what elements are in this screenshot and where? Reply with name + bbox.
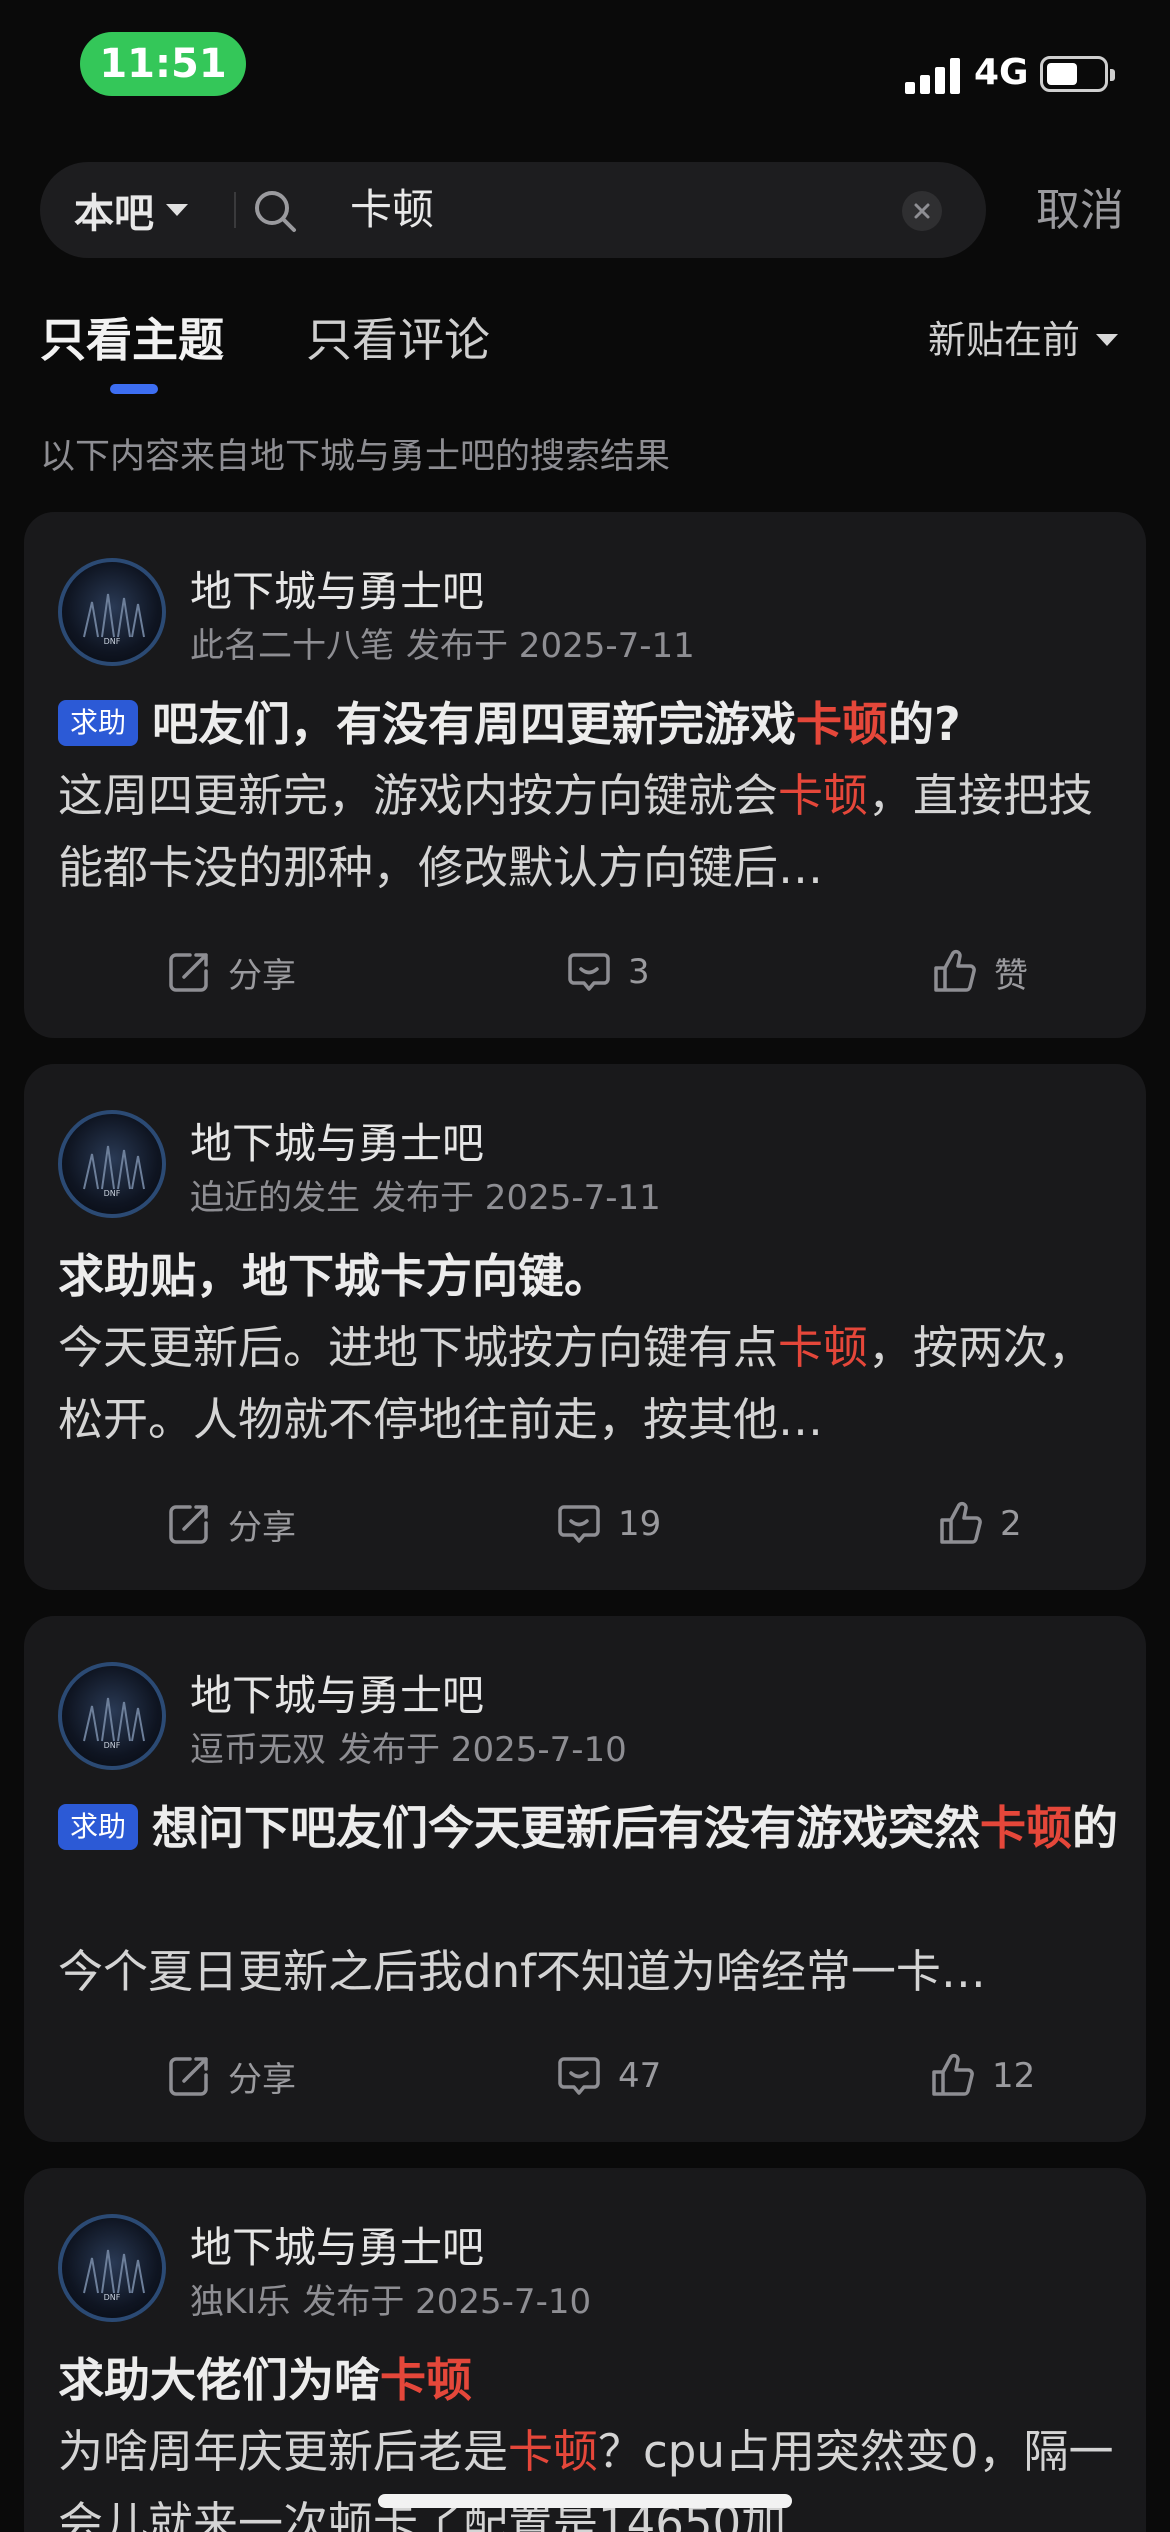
cancel-button[interactable]: 取消 [1036, 176, 1124, 246]
like-button[interactable]: 赞 [930, 937, 1028, 1007]
svg-text:DNF: DNF [104, 2293, 121, 2302]
publish-date: 发布于 2025-7-11 [406, 626, 695, 666]
svg-text:DNF: DNF [104, 1189, 121, 1198]
forum-avatar: DNF [58, 558, 166, 666]
network-type: 4G [974, 52, 1029, 93]
post-meta: 迫近的发生 发布于 2025-7-11 [190, 1174, 661, 1222]
share-button[interactable]: 分享 [164, 937, 296, 1007]
thumbs-up-icon [932, 2053, 974, 2096]
post-card[interactable]: DNF 地下城与勇士吧 逗币无双 发布于 2025-7-10 求助 想问下吧友们今天… [24, 1616, 1146, 2142]
search-divider [234, 192, 236, 228]
comment-icon [558, 2057, 600, 2095]
comment-button[interactable]: 3 [564, 937, 650, 1007]
comment-icon [568, 953, 610, 991]
search-source-note: 以下内容来自地下城与勇士吧的搜索结果 [40, 437, 671, 477]
forum-avatar: DNF [58, 2214, 166, 2322]
scope-dropdown[interactable]: 本吧 [74, 162, 188, 258]
home-indicator[interactable] [378, 2494, 792, 2508]
like-count: 2 [1000, 1504, 1022, 1544]
battery-icon [1040, 56, 1115, 92]
forum-name[interactable]: 地下城与勇士吧 [190, 562, 484, 622]
share-icon [169, 953, 208, 992]
keyword-highlight: 卡顿 [508, 2425, 599, 2478]
keyword-highlight: 卡顿 [778, 769, 869, 822]
caret-down-icon [1096, 334, 1119, 346]
help-tag: 求助 [58, 700, 139, 746]
search-icon [255, 191, 296, 232]
comment-count: 3 [628, 952, 650, 992]
status-bar: 11:51 4G [0, 0, 1170, 140]
forum-name[interactable]: 地下城与勇士吧 [190, 2218, 484, 2278]
forum-name[interactable]: 地下城与勇士吧 [190, 1114, 484, 1174]
comment-count: 47 [618, 2056, 662, 2096]
keyword-highlight: 卡顿 [980, 1801, 1073, 1855]
sort-label: 新贴在前 [928, 318, 1081, 362]
search-bar: 本吧 卡顿 [40, 162, 986, 258]
publish-date: 发布于 2025-7-10 [338, 1730, 627, 1770]
post-meta: 此名二十八笔 发布于 2025-7-11 [190, 622, 695, 670]
post-actions: 分享 47 12 [24, 2041, 1146, 2111]
share-icon [169, 1505, 208, 1544]
author-name[interactable]: 迫近的发生 [190, 1178, 360, 1218]
tab-comments-only[interactable]: 只看评论 [306, 308, 490, 372]
scope-label: 本吧 [74, 191, 154, 237]
post-card[interactable]: DNF 地下城与勇士吧 此名二十八笔 发布于 2025-7-11 求助 吧友们，有没… [24, 512, 1146, 1038]
clear-icon[interactable] [902, 191, 942, 231]
publish-date: 发布于 2025-7-11 [372, 1178, 661, 1218]
forum-avatar: DNF [58, 1110, 166, 1218]
author-name[interactable]: 逗币无双 [190, 1730, 326, 1770]
help-tag: 求助 [58, 1804, 139, 1850]
active-tab-indicator [110, 384, 158, 394]
post-title[interactable]: 求助 想问下吧友们今天更新后有没有游戏突然卡顿的 [58, 1792, 1118, 1864]
keyword-highlight: 卡顿 [796, 697, 889, 751]
comment-button[interactable]: 19 [554, 1489, 661, 1559]
share-icon [169, 2057, 208, 2096]
post-title[interactable]: 求助贴，地下城卡方向键。 [58, 1240, 1118, 1312]
post-actions: 分享 19 2 [24, 1489, 1146, 1559]
thumbs-up-icon [940, 1501, 982, 1544]
post-card[interactable]: DNF 地下城与勇士吧 迫近的发生 发布于 2025-7-11 求助贴，地下城卡方… [24, 1064, 1146, 1590]
post-title[interactable]: 求助 吧友们，有没有周四更新完游戏卡顿的? [58, 688, 1118, 760]
author-name[interactable]: 此名二十八笔 [190, 626, 394, 666]
post-card[interactable]: DNF 地下城与勇士吧 独KI乐 发布于 2025-7-10 求助大佬们为啥卡顿 … [24, 2168, 1146, 2532]
svg-text:DNF: DNF [104, 637, 121, 646]
publish-date: 发布于 2025-7-10 [302, 2282, 592, 2322]
post-excerpt: 今个夏日更新之后我dnf不知道为啥经常一卡… [58, 1945, 986, 1998]
forum-name[interactable]: 地下城与勇士吧 [190, 1666, 484, 1726]
comment-icon [558, 1505, 600, 1543]
post-excerpt: 这周四更新完，游戏内按方向键就会卡顿，直接把技能都卡没的那种，修改默认方向键后… [58, 769, 1094, 894]
post-meta: 逗币无双 发布于 2025-7-10 [190, 1726, 627, 1774]
thumbs-up-icon [934, 949, 976, 992]
status-time: 11:51 [80, 32, 246, 96]
like-button[interactable]: 2 [936, 1489, 1022, 1559]
forum-avatar: DNF [58, 1662, 166, 1770]
sort-dropdown[interactable]: 新贴在前 [928, 312, 1119, 368]
post-actions: 分享 3 赞 [24, 937, 1146, 1007]
post-excerpt: 为啥周年庆更新后老是卡顿？cpu占用突然变0，隔一会儿就来一次顿卡了配置是146… [58, 2425, 1114, 2532]
post-title[interactable]: 求助大佬们为啥卡顿 [58, 2344, 1118, 2416]
search-input[interactable]: 卡顿 [350, 162, 434, 258]
like-count: 12 [992, 2056, 1036, 2096]
comment-count: 19 [618, 1504, 662, 1544]
post-meta: 独KI乐 发布于 2025-7-10 [190, 2278, 591, 2326]
like-label: 赞 [994, 955, 1028, 996]
share-button[interactable]: 分享 [164, 2041, 296, 2111]
keyword-highlight: 卡顿 [380, 2353, 472, 2407]
cellular-signal-icon [905, 56, 961, 94]
post-excerpt: 今天更新后。进地下城按方向键有点卡顿，按两次，松开。人物就不停地往前走，按其他… [58, 1321, 1094, 1446]
caret-down-icon [166, 204, 188, 216]
svg-text:DNF: DNF [104, 1741, 121, 1750]
tab-threads-only[interactable]: 只看主题 [40, 308, 224, 372]
author-name[interactable]: 独KI乐 [190, 2282, 290, 2322]
comment-button[interactable]: 47 [554, 2041, 661, 2111]
share-button[interactable]: 分享 [164, 1489, 296, 1559]
keyword-highlight: 卡顿 [778, 1321, 869, 1374]
like-button[interactable]: 12 [928, 2041, 1035, 2111]
